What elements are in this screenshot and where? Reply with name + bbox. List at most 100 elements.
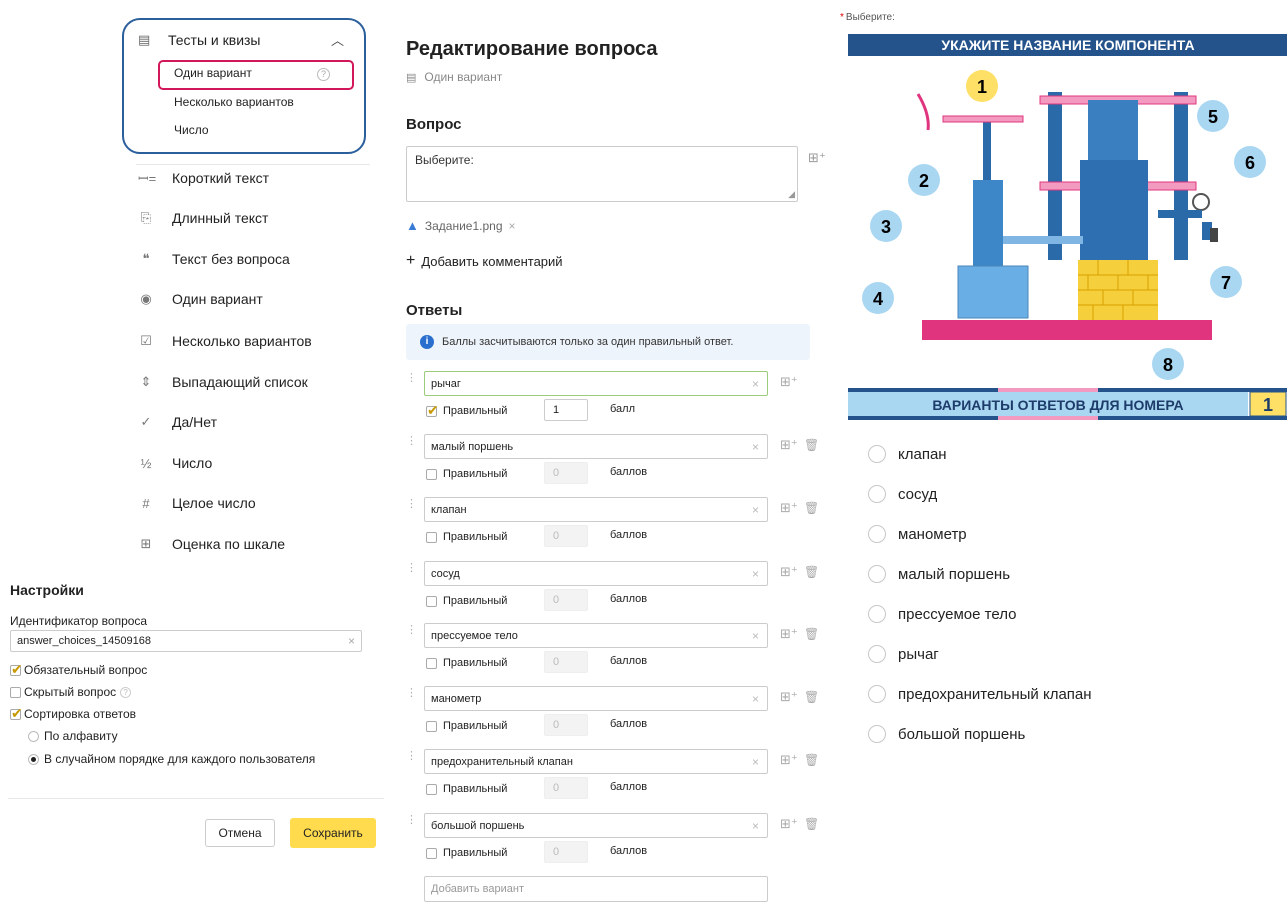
remove-attachment-icon[interactable]: × [509,219,516,233]
add-image-icon[interactable]: ⊞⁺ [780,689,798,705]
correct-checkbox[interactable]: Правильный [426,655,507,671]
radio-off[interactable] [868,565,886,583]
sort-checkbox[interactable]: Сортировка ответов [10,705,136,722]
type-text-no-question[interactable]: ❝ Текст без вопроса [138,248,290,270]
correct-checkbox[interactable]: Правильный [426,845,507,861]
correct-checkbox[interactable]: Правильный [426,781,507,797]
add-image-icon[interactable]: ⊞⁺ [808,150,826,166]
radio-off[interactable] [868,525,886,543]
answer-input[interactable]: прессуемое тело × [424,623,768,648]
answer-input[interactable]: малый поршень × [424,434,768,459]
clear-icon[interactable]: × [752,629,759,643]
add-image-icon[interactable]: ⊞⁺ [780,816,798,832]
type-short-text[interactable]: ꟷ= Короткий текст [138,167,269,189]
type-number[interactable]: ½ Число [138,452,213,474]
preview-option[interactable]: рычаг [868,644,939,664]
trash-icon[interactable]: 🗑 [804,501,819,515]
answer-input[interactable]: сосуд × [424,561,768,586]
sort-alpha-radio[interactable]: По алфавиту [28,728,118,744]
checkbox-checked[interactable] [426,402,439,419]
preview-option[interactable]: прессуемое тело [868,604,1016,624]
required-checkbox[interactable]: Обязательный вопрос [10,661,147,678]
score-input[interactable]: 0 [544,589,588,611]
correct-checkbox[interactable]: Правильный [426,529,507,545]
clear-icon[interactable]: × [752,377,759,391]
score-input[interactable]: 1 [544,399,588,421]
cancel-button[interactable]: Отмена [205,819,275,847]
clear-icon[interactable]: × [752,755,759,769]
correct-checkbox[interactable]: Правильный [426,593,507,609]
radio-off[interactable] [868,645,886,663]
sub-item-single-choice[interactable]: Один вариант [174,66,252,82]
checkbox-checked[interactable] [10,661,23,678]
answer-input[interactable]: клапан × [424,497,768,522]
question-id-input[interactable]: answer_choices_14509168 × [10,630,362,652]
checkbox-unchecked[interactable] [10,686,21,698]
checkbox-unchecked[interactable] [426,783,437,795]
clear-icon[interactable]: × [348,634,355,648]
clear-icon[interactable]: × [752,503,759,517]
drag-handle-icon[interactable]: ⋮ [406,436,417,447]
correct-checkbox[interactable]: Правильный [426,466,507,482]
attachment[interactable]: ▲ Задание1.png × [406,218,516,233]
sort-random-radio[interactable]: В случайном порядке для каждого пользова… [28,751,315,767]
score-input[interactable]: 0 [544,714,588,736]
type-dropdown[interactable]: ⇕ Выпадающий список [138,371,308,393]
add-variant-input[interactable]: Добавить вариант [424,876,768,902]
add-comment-button[interactable]: + Добавить комментарий [406,252,563,270]
score-input[interactable]: 0 [544,525,588,547]
preview-option[interactable]: манометр [868,524,967,544]
checkbox-unchecked[interactable] [426,468,437,480]
radio-off[interactable] [868,685,886,703]
preview-option[interactable]: большой поршень [868,724,1025,744]
correct-checkbox[interactable]: Правильный [426,718,507,734]
sub-item-number[interactable]: Число [174,123,209,139]
add-image-icon[interactable]: ⊞⁺ [780,626,798,642]
score-input[interactable]: 0 [544,841,588,863]
type-integer[interactable]: # Целое число [138,492,255,514]
question-textarea[interactable]: Выберите: ◢ [406,146,798,202]
checkbox-unchecked[interactable] [426,531,437,543]
type-single-choice[interactable]: ◉ Один вариант [138,288,262,310]
trash-icon[interactable]: 🗑 [804,690,819,704]
preview-option[interactable]: малый поршень [868,564,1010,584]
checkbox-checked[interactable] [10,705,23,722]
help-icon[interactable]: ? [317,68,330,81]
answer-input[interactable]: большой поршень × [424,813,768,838]
add-image-icon[interactable]: ⊞⁺ [780,374,798,390]
answer-input[interactable]: манометр × [424,686,768,711]
drag-handle-icon[interactable]: ⋮ [406,625,417,636]
trash-icon[interactable]: 🗑 [804,565,819,579]
radio-off[interactable] [868,725,886,743]
preview-option[interactable]: сосуд [868,484,937,504]
add-image-icon[interactable]: ⊞⁺ [780,564,798,580]
clear-icon[interactable]: × [752,567,759,581]
resize-handle-icon[interactable]: ◢ [788,189,795,200]
chevron-up-icon[interactable]: ︿ [331,30,344,49]
type-long-text[interactable]: ⎘ Длинный текст [138,207,269,229]
correct-checkbox[interactable]: Правильный [426,402,507,419]
drag-handle-icon[interactable]: ⋮ [406,751,417,762]
drag-handle-icon[interactable]: ⋮ [406,373,417,384]
preview-option[interactable]: клапан [868,444,947,464]
clear-icon[interactable]: × [752,440,759,454]
help-icon[interactable]: ? [120,686,132,698]
radio-off[interactable] [28,730,39,742]
trash-icon[interactable]: 🗑 [804,817,819,831]
checkbox-unchecked[interactable] [426,657,437,669]
checkbox-unchecked[interactable] [426,720,437,732]
radio-off[interactable] [868,445,886,463]
radio-off[interactable] [868,485,886,503]
checkbox-unchecked[interactable] [426,847,437,859]
answer-input[interactable]: рычаг × [424,371,768,396]
tests-quizzes-header[interactable]: ▤ Тесты и квизы ︿ [138,30,362,50]
score-input[interactable]: 0 [544,651,588,673]
drag-handle-icon[interactable]: ⋮ [406,563,417,574]
score-input[interactable]: 0 [544,462,588,484]
radio-off[interactable] [868,605,886,623]
drag-handle-icon[interactable]: ⋮ [406,499,417,510]
type-multiple-choice[interactable]: ☑ Несколько вариантов [138,330,312,352]
checkbox-unchecked[interactable] [426,595,437,607]
clear-icon[interactable]: × [752,692,759,706]
radio-on[interactable] [28,753,39,765]
